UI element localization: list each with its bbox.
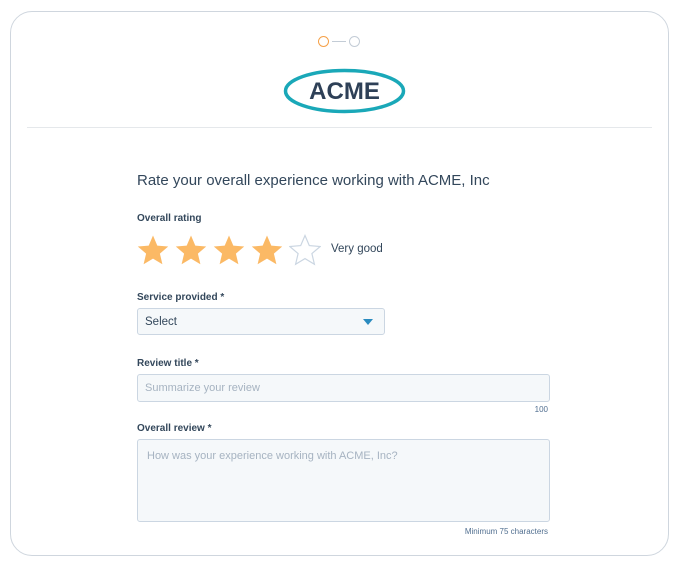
overall-review-label: Overall review * bbox=[137, 423, 212, 434]
overall-review-textarea[interactable] bbox=[137, 439, 550, 522]
star-1-icon[interactable] bbox=[137, 234, 169, 266]
review-title-input[interactable] bbox=[137, 374, 550, 402]
star-4-icon[interactable] bbox=[251, 234, 283, 266]
step-2-indicator bbox=[349, 36, 360, 47]
overall-review-hint: Minimum 75 characters bbox=[464, 527, 548, 536]
review-form-card: ACME Rate your overall experience workin… bbox=[10, 11, 669, 556]
star-2-icon[interactable] bbox=[175, 234, 207, 266]
acme-logo: ACME bbox=[283, 68, 406, 114]
star-5-icon[interactable] bbox=[289, 234, 321, 266]
step-1-indicator bbox=[318, 36, 329, 47]
progress-steps bbox=[318, 36, 360, 47]
service-select-value: Select bbox=[145, 316, 177, 328]
header-divider bbox=[27, 127, 652, 128]
review-title-label: Review title * bbox=[137, 358, 199, 369]
caret-down-icon bbox=[363, 319, 373, 325]
rating-text: Very good bbox=[331, 243, 383, 255]
form-heading: Rate your overall experience working wit… bbox=[137, 172, 490, 189]
service-provided-select[interactable]: Select bbox=[137, 308, 385, 335]
logo-text: ACME bbox=[309, 78, 380, 105]
overall-rating-label: Overall rating bbox=[137, 213, 202, 224]
step-connector bbox=[332, 41, 346, 42]
star-3-icon[interactable] bbox=[213, 234, 245, 266]
review-title-char-limit: 100 bbox=[534, 405, 548, 414]
star-rating bbox=[137, 234, 327, 266]
service-provided-label: Service provided * bbox=[137, 292, 225, 303]
